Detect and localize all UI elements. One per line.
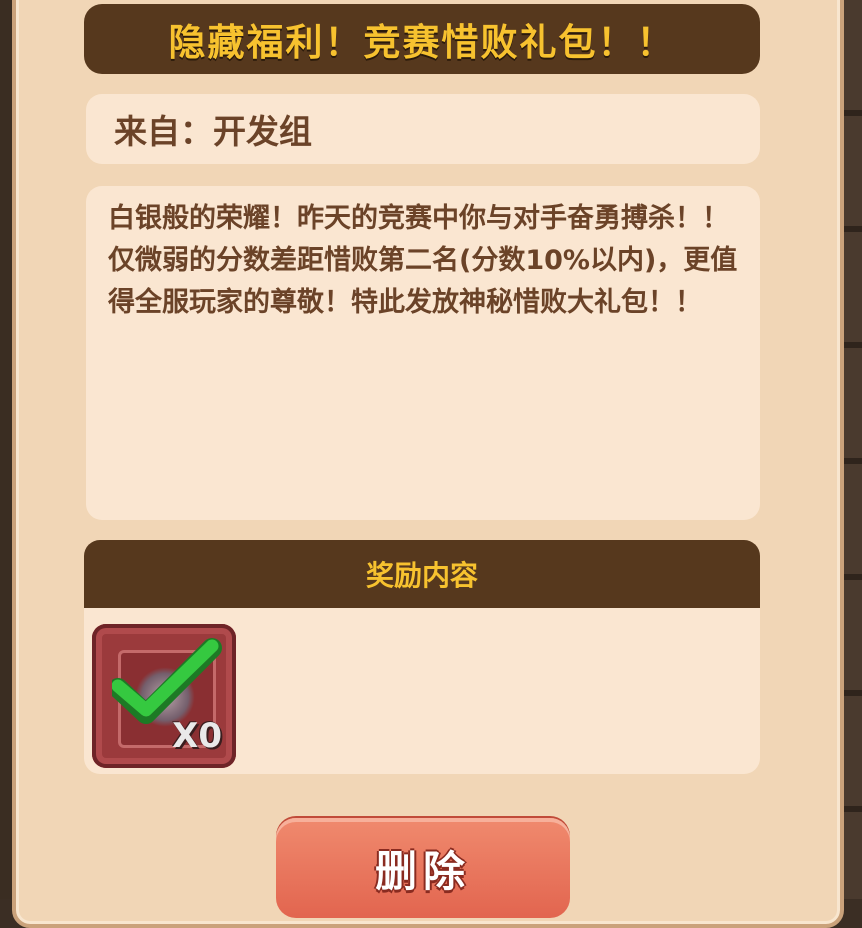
reward-header: 奖励内容 (84, 540, 760, 608)
reward-item-quantity: X0 (172, 716, 222, 756)
message-body: 白银般的荣耀！昨天的竞赛中你与对手奋勇搏杀！！仅微弱的分数差距惜败第二名(分数1… (108, 203, 738, 318)
reward-item-slot[interactable]: X0 (92, 624, 236, 768)
delete-button-label: 删除 (374, 847, 471, 896)
sender-label: 来自：开发组 (114, 112, 312, 151)
sender-box: 来自：开发组 (86, 94, 760, 164)
mail-title: 隐藏福利！竞赛惜败礼包！！ (168, 21, 676, 64)
mail-title-bar: 隐藏福利！竞赛惜败礼包！！ (84, 4, 760, 74)
message-box: 白银般的荣耀！昨天的竞赛中你与对手奋勇搏杀！！仅微弱的分数差距惜败第二名(分数1… (86, 186, 760, 520)
check-icon (112, 638, 222, 724)
delete-button[interactable]: 删除 (276, 818, 570, 918)
reward-header-label: 奖励内容 (365, 559, 478, 592)
